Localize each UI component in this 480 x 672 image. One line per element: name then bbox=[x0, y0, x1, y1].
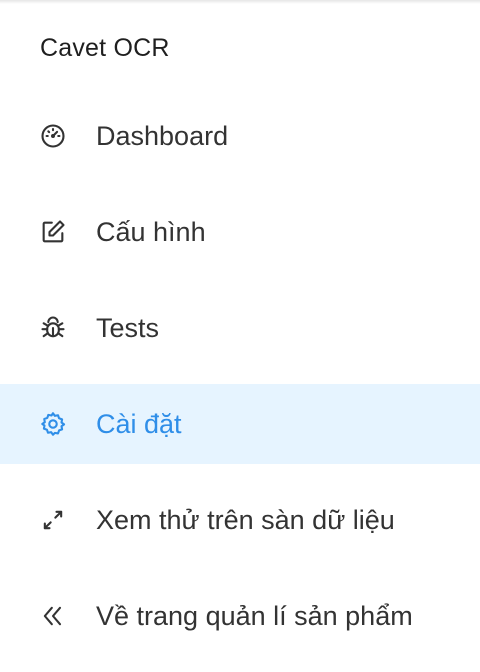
menu-item-settings[interactable]: Cài đặt bbox=[0, 384, 480, 464]
sidebar-menu: Dashboard Cấu hình Tests Cài đặt Xem thử… bbox=[0, 96, 480, 672]
double-chevron-left-icon bbox=[39, 602, 67, 630]
expand-icon bbox=[39, 506, 67, 534]
menu-item-label: Xem thử trên sàn dữ liệu bbox=[96, 505, 395, 535]
edit-icon bbox=[39, 218, 67, 246]
menu-item-label: Cấu hình bbox=[96, 217, 206, 247]
menu-item-label: Dashboard bbox=[96, 121, 229, 151]
menu-item-tests[interactable]: Tests bbox=[0, 288, 480, 368]
top-shadow bbox=[0, 0, 480, 4]
dashboard-icon bbox=[39, 122, 67, 150]
bug-icon bbox=[39, 314, 67, 342]
menu-item-label: Cài đặt bbox=[96, 409, 182, 439]
settings-icon bbox=[39, 410, 67, 438]
menu-item-preview-data[interactable]: Xem thử trên sàn dữ liệu bbox=[0, 480, 480, 560]
menu-item-label: Về trang quản lí sản phẩm bbox=[96, 601, 413, 631]
menu-item-config[interactable]: Cấu hình bbox=[0, 192, 480, 272]
menu-item-dashboard[interactable]: Dashboard bbox=[0, 96, 480, 176]
app-title: Cavet OCR bbox=[40, 34, 170, 62]
menu-item-label: Tests bbox=[96, 313, 160, 343]
menu-item-product-management[interactable]: Về trang quản lí sản phẩm bbox=[0, 576, 480, 656]
